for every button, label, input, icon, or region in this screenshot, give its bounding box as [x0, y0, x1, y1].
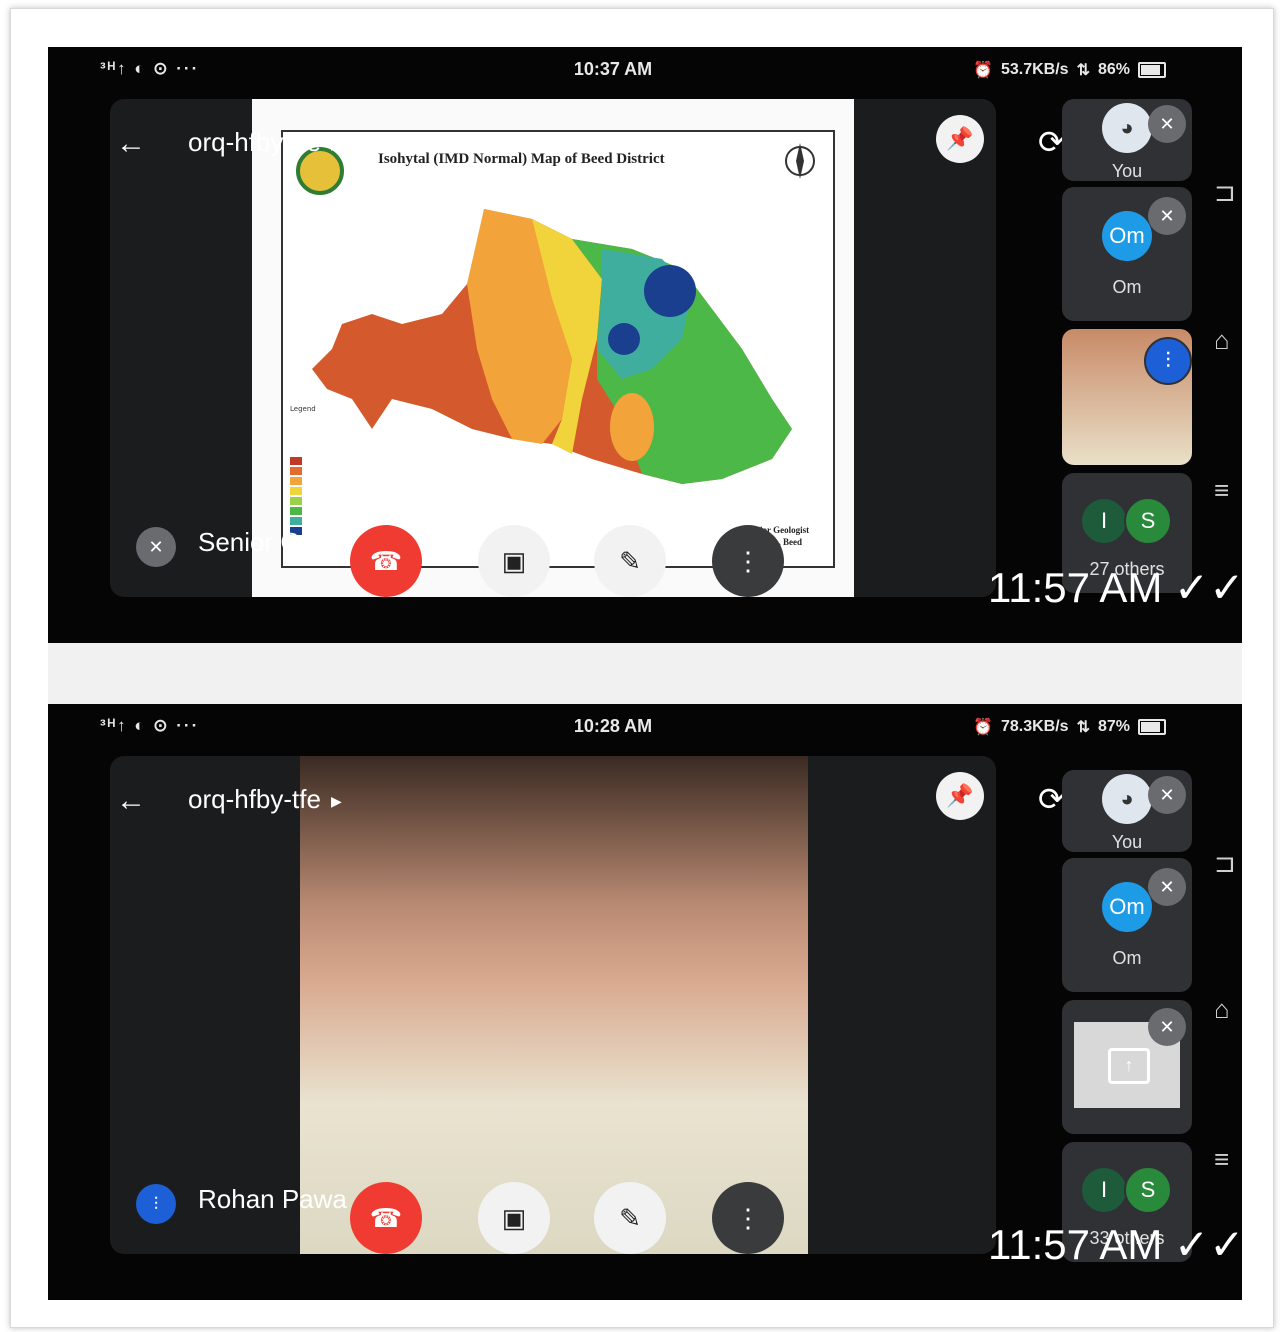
muted-mic-icon: ✕ [136, 527, 176, 567]
caret-right-icon: ▶ [330, 792, 342, 809]
timestamp-text: 11:57 AM [988, 1221, 1163, 1268]
mic-off-button[interactable]: ✎ [594, 1182, 666, 1254]
meet-screenshot-2: ³ᴴ↑ ◐ ⊙ ··· 10:28 AM ⏰ 78.3KB/s ⇅ 87% ← … [48, 704, 1242, 1300]
alarm-icon: ⏰ [973, 62, 993, 79]
message-timestamp: 11:57 AM ✓✓ [988, 1220, 1242, 1269]
main-stage: Legend Isohytal (IMD Normal) Map of Beed… [110, 99, 996, 597]
pin-icon: 📌 [946, 126, 974, 151]
speaker-name: Senior Geolo [198, 527, 350, 557]
network-speed: 53.7KB/s [1000, 61, 1069, 78]
network-speed: 78.3KB/s [1000, 718, 1069, 735]
nav-back-icon[interactable]: ⊐ [1214, 848, 1236, 879]
nav-menu-icon[interactable]: ≡ [1214, 475, 1229, 506]
om-avatar: Om [1102, 211, 1152, 261]
avatar-i: I [1080, 497, 1128, 545]
tile-you[interactable]: ◕ ✕ You [1062, 770, 1192, 852]
nav-menu-icon[interactable]: ≡ [1214, 1144, 1229, 1175]
om-avatar: Om [1102, 882, 1152, 932]
you-avatar: ◕ [1102, 774, 1152, 824]
more-vert-icon: ⋮ [735, 545, 761, 576]
isohyetal-map-figure: Legend [281, 130, 835, 568]
status-bar: ³ᴴ↑ ◐ ⊙ ··· 10:37 AM ⏰ 53.7KB/s ⇅ 86% [48, 47, 1242, 93]
signal-icon: ⇅ [1076, 62, 1090, 79]
meeting-code[interactable]: orq-hfby-tfe ▶ [188, 127, 342, 158]
mic-off-icon: ✎ [619, 1202, 641, 1233]
nav-home-icon[interactable]: ⌂ [1214, 325, 1230, 356]
meeting-code-text: orq-hfby-tfe [188, 784, 321, 814]
tile-presentation[interactable]: ↑ ✕ [1062, 1000, 1192, 1134]
battery-icon [1138, 719, 1166, 735]
status-right: ⏰ 78.3KB/s ⇅ 87% [973, 717, 1166, 737]
nav-home-icon[interactable]: ⌂ [1214, 994, 1230, 1025]
meeting-code[interactable]: orq-hfby-tfe ▶ [188, 784, 342, 815]
tile-om[interactable]: Om ✕ Om [1062, 858, 1192, 992]
signal-icon: ⇅ [1076, 719, 1090, 736]
main-stage [110, 756, 996, 1254]
meet-screenshot-1: ³ᴴ↑ ◐ ⊙ ··· 10:37 AM ⏰ 53.7KB/s ⇅ 86% Le… [48, 47, 1242, 643]
message-timestamp: 11:57 AM ✓✓ [988, 563, 1242, 612]
tile-om[interactable]: Om ✕ Om [1062, 187, 1192, 321]
alarm-icon: ⏰ [973, 719, 993, 736]
presentation-slide: Legend Isohytal (IMD Normal) Map of Beed… [252, 99, 854, 597]
more-vert-icon: ⋮ [735, 1202, 761, 1233]
camera-off-icon: ▣ [501, 1202, 527, 1233]
battery-percent: 87% [1097, 718, 1130, 735]
speaker-video-feed [300, 756, 808, 1254]
muted-mic-icon: ✕ [1148, 868, 1186, 906]
map-region-dark-blue [644, 265, 696, 317]
tile-you[interactable]: ◕ ✕ You [1062, 99, 1192, 181]
you-label: You [1111, 161, 1143, 181]
switch-camera-icon[interactable]: ⟳ [1038, 123, 1065, 161]
double-check-icon: ✓✓ [1174, 1221, 1242, 1268]
camera-off-button[interactable]: ▣ [478, 525, 550, 597]
phone-hangup-icon: ☎ [369, 1202, 403, 1233]
tile-camera-feed[interactable]: ⫶ [1062, 329, 1192, 465]
switch-camera-icon[interactable]: ⟳ [1038, 780, 1065, 818]
phone-hangup-icon: ☎ [369, 545, 403, 576]
slide-title: Isohytal (IMD Normal) Map of Beed Distri… [378, 151, 665, 167]
om-label: Om [1112, 948, 1142, 968]
double-check-icon: ✓✓ [1174, 564, 1242, 611]
nav-back-icon[interactable]: ⊐ [1214, 177, 1236, 208]
pin-icon: 📌 [946, 783, 974, 808]
status-right: ⏰ 53.7KB/s ⇅ 86% [973, 60, 1166, 80]
you-label: You [1111, 832, 1143, 852]
end-call-button[interactable]: ☎ [350, 525, 422, 597]
back-arrow-icon[interactable]: ← [116, 127, 146, 161]
camera-off-button[interactable]: ▣ [478, 1182, 550, 1254]
more-options-button[interactable]: ⋮ [712, 525, 784, 597]
avatar-s: S [1124, 1166, 1172, 1214]
mic-off-button[interactable]: ✎ [594, 525, 666, 597]
screen-share-icon: ↑ [1108, 1048, 1150, 1084]
avatar-s: S [1124, 497, 1172, 545]
muted-mic-icon: ✕ [1148, 776, 1186, 814]
caret-right-icon: ▶ [330, 135, 342, 152]
legend-title: Legend [290, 405, 316, 413]
pin-button[interactable]: 📌 [936, 115, 984, 163]
speaking-indicator-icon: ⫶ [1144, 337, 1192, 385]
muted-mic-icon: ✕ [1148, 1008, 1186, 1046]
muted-mic-icon: ✕ [1148, 197, 1186, 235]
separator-strip [48, 643, 1242, 704]
timestamp-text: 11:57 AM [988, 564, 1163, 611]
pin-button[interactable]: 📌 [936, 772, 984, 820]
avatar-i: I [1080, 1166, 1128, 1214]
more-options-button[interactable]: ⋮ [712, 1182, 784, 1254]
mic-off-icon: ✎ [619, 545, 641, 576]
om-label: Om [1112, 277, 1142, 297]
muted-mic-icon: ✕ [1148, 105, 1186, 143]
end-call-button[interactable]: ☎ [350, 1182, 422, 1254]
camera-off-icon: ▣ [501, 545, 527, 576]
battery-percent: 86% [1097, 61, 1130, 78]
you-avatar: ◕ [1102, 103, 1152, 153]
status-bar: ³ᴴ↑ ◐ ⊙ ··· 10:28 AM ⏰ 78.3KB/s ⇅ 87% [48, 704, 1242, 750]
meeting-code-text: orq-hfby-tfe [188, 127, 321, 157]
speaker-name: Rohan Pawa [198, 1184, 347, 1214]
speaking-indicator-icon: ⫶ [136, 1184, 176, 1224]
battery-icon [1138, 62, 1166, 78]
back-arrow-icon[interactable]: ← [116, 784, 146, 818]
